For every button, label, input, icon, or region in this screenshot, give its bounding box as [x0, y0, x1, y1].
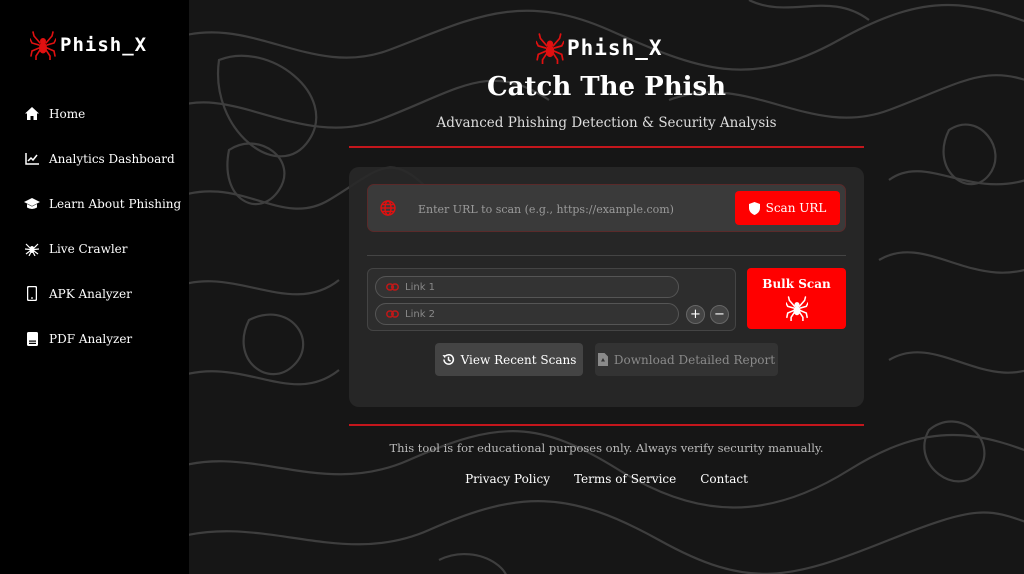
divider-bottom	[349, 424, 864, 426]
link-icon	[386, 283, 399, 291]
sidebar-logo[interactable]: Phish_X	[30, 30, 147, 60]
url-input[interactable]	[418, 195, 728, 223]
footer-links: Privacy Policy Terms of Service Contact	[189, 472, 1024, 486]
link-1-input[interactable]	[405, 281, 665, 293]
sidebar-item-label: Learn About Phishing	[49, 196, 182, 211]
bulk-links-box: + −	[367, 268, 736, 331]
disclaimer-text: This tool is for educational purposes on…	[389, 441, 824, 455]
sidebar-nav: Home Analytics Dashboard Learn About Phi…	[0, 91, 189, 361]
sidebar-item-label: Live Crawler	[49, 241, 128, 256]
sidebar-item-analytics-dashboard[interactable]: Analytics Dashboard	[0, 136, 189, 181]
sidebar: Phish_X Home Analytics Dashboard Learn A…	[0, 0, 189, 574]
scanner-card: Scan URL + − Bulk Scan	[349, 167, 864, 407]
sidebar-item-learn-about-phishing[interactable]: Learn About Phishing	[0, 181, 189, 226]
scan-url-button[interactable]: Scan URL	[735, 191, 840, 225]
mobile-icon	[24, 286, 40, 302]
download-report-label: Download Detailed Report	[613, 352, 776, 367]
header-logo: Phish_X	[536, 32, 663, 64]
sidebar-item-label: Home	[49, 106, 86, 121]
scan-url-label: Scan URL	[765, 201, 827, 215]
sidebar-item-live-crawler[interactable]: Live Crawler	[0, 226, 189, 271]
sidebar-brand-name: Phish_X	[60, 34, 148, 56]
pdf-file-icon	[597, 353, 608, 366]
globe-icon	[380, 200, 396, 216]
header-brand-name: Phish_X	[567, 36, 663, 60]
sidebar-item-label: PDF Analyzer	[49, 331, 133, 346]
privacy-policy-link[interactable]: Privacy Policy	[465, 472, 550, 486]
sidebar-item-label: Analytics Dashboard	[49, 151, 175, 166]
add-link-button[interactable]: +	[686, 305, 705, 324]
chart-line-icon	[24, 151, 40, 167]
sidebar-item-label: APK Analyzer	[49, 286, 132, 301]
view-recent-scans-label: View Recent Scans	[460, 352, 577, 367]
spider-logo-icon	[30, 31, 56, 60]
main-content: Phish_X Catch The Phish Advanced Phishin…	[189, 0, 1024, 574]
shield-icon	[748, 201, 760, 215]
card-divider	[367, 255, 846, 256]
document-icon	[24, 331, 40, 347]
link-2-input[interactable]	[405, 308, 665, 320]
terms-of-service-link[interactable]: Terms of Service	[574, 472, 676, 486]
divider-top	[349, 146, 864, 148]
spider-icon	[785, 296, 808, 321]
contact-link[interactable]: Contact	[700, 472, 748, 486]
home-icon	[24, 106, 40, 122]
sidebar-item-pdf-analyzer[interactable]: PDF Analyzer	[0, 316, 189, 361]
link-icon	[386, 310, 399, 318]
bulk-scan-button[interactable]: Bulk Scan	[747, 268, 846, 329]
sidebar-item-apk-analyzer[interactable]: APK Analyzer	[0, 271, 189, 316]
download-report-button[interactable]: Download Detailed Report	[595, 343, 778, 376]
graduation-cap-icon	[24, 196, 40, 212]
remove-link-button[interactable]: −	[710, 305, 729, 324]
url-scan-row: Scan URL	[367, 184, 846, 232]
spider-icon	[24, 241, 40, 257]
sidebar-item-home[interactable]: Home	[0, 91, 189, 136]
page-title: Catch The Phish	[486, 72, 727, 102]
link-2-field	[375, 303, 679, 325]
spider-logo-icon	[536, 33, 564, 64]
link-1-field	[375, 276, 679, 298]
bulk-scan-label: Bulk Scan	[762, 277, 831, 291]
history-icon	[442, 354, 454, 365]
view-recent-scans-button[interactable]: View Recent Scans	[435, 343, 583, 376]
page-subtitle: Advanced Phishing Detection & Security A…	[436, 115, 777, 131]
